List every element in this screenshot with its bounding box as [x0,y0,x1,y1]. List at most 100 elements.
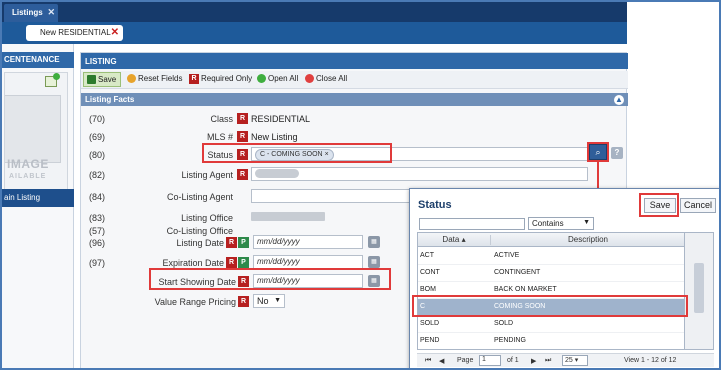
listing-date-input[interactable]: mm/dd/yyyy [253,235,363,249]
add-photo-icon[interactable] [45,73,60,87]
tab-listings[interactable]: Listings ✕ [4,4,58,22]
open-all-button[interactable]: Open All [257,74,299,84]
photo-placeholder-subtext: AILABLE [9,173,47,180]
page-size-value: 25 [565,357,573,364]
reset-fields-button[interactable]: Reset Fields [127,74,183,84]
save-label: Save [98,75,117,84]
field-number: (84) [89,192,106,202]
cell-description: CONTINGENT [494,269,541,276]
table-row[interactable]: ACT ACTIVE [418,248,684,265]
field-label: Co-Listing Agent [166,192,233,202]
grid-header: Data ▴ Description [418,233,684,247]
collapse-icon[interactable]: ▲ [614,95,624,105]
redacted-office [251,212,325,221]
tab-new-residential-label: New RESIDENTIAL [40,28,111,37]
next-page-icon[interactable]: ▶ [531,357,536,365]
required-badge: R [238,296,249,307]
required-only-button[interactable]: R Required Only [189,74,252,84]
field-label: Listing Date [176,238,224,248]
arrow-connector [597,162,599,190]
search-icon[interactable]: ⌕ [589,144,607,160]
sidebar-header: CENTENANCE [2,52,74,68]
highlight-save [639,193,679,217]
field-row-listing-agent: (82) Listing Agent R [81,167,628,183]
field-label: Listing Agent [181,170,233,180]
field-number: (69) [89,132,106,142]
table-row[interactable]: CONT CONTINGENT [418,265,684,282]
help-icon[interactable]: ? [611,147,623,159]
listing-header: LISTING [81,53,628,69]
listing-facts-header[interactable]: Listing Facts ▲ [81,93,628,106]
close-all-label: Close All [316,74,348,83]
cell-data: SOLD [420,320,440,327]
field-number: (82) [89,170,106,180]
field-label: Value Range Pricing [154,297,236,307]
table-row[interactable]: PEND PENDING [418,333,684,349]
sidebar: CENTENANCE IMAGE AILABLE ain Listing [2,44,74,368]
sidebar-item-main-listing[interactable]: ain Listing [2,189,74,207]
page-size-select[interactable]: 25 ▾ [562,355,588,366]
tab-new-residential[interactable]: New RESIDENTIAL ✕ [26,25,123,41]
search-input[interactable] [419,218,525,230]
save-button[interactable]: Save [83,72,121,87]
column-header-data[interactable]: Data ▴ [418,235,491,245]
minus-circle-icon [305,74,314,84]
close-all-button[interactable]: Close All [305,74,348,84]
status-lookup-dialog: Status Save Cancel Contains ▼ Data ▴ Des… [409,188,719,368]
cell-data: ACT [420,252,434,259]
photo-placeholder: IMAGE AILABLE [4,72,68,202]
app-window: Listings ✕ New RESIDENTIAL ✕ CENTENANCE … [0,0,721,370]
required-badge: R [226,257,237,268]
field-label: Expiration Date [162,258,224,268]
column-header-data-label: Data [442,235,460,244]
chevron-down-icon: ▼ [274,297,281,304]
calendar-icon[interactable]: ▦ [368,256,380,268]
cell-description: BACK ON MARKET [494,286,557,293]
class-value: RESIDENTIAL [251,114,311,124]
required-badge: R [237,113,248,124]
match-operator-value: Contains [532,219,564,228]
field-label: MLS # [206,132,233,142]
cell-data: CONT [420,269,440,276]
sub-tab-bar: New RESIDENTIAL ✕ [2,22,627,44]
required-badge: R [237,169,248,180]
match-operator-select[interactable]: Contains ▼ [528,217,594,230]
highlight-status [202,143,392,163]
cell-data: PEND [420,337,440,344]
reset-fields-label: Reset Fields [138,74,183,83]
required-badge: R [226,237,237,248]
field-label: Listing Office [181,213,233,223]
cancel-button[interactable]: Cancel [680,198,716,213]
field-number: (97) [89,258,106,268]
close-icon[interactable]: ✕ [111,27,119,38]
close-icon[interactable]: ✕ [47,7,55,18]
redacted-agent [255,169,299,178]
last-page-icon[interactable]: ⏭ [545,357,551,365]
public-badge: P [238,257,249,268]
expiration-date-input[interactable]: mm/dd/yyyy [253,255,363,269]
cell-description: ACTIVE [494,252,520,259]
dialog-title: Status [418,199,452,211]
calendar-icon[interactable]: ▦ [368,236,380,248]
tab-listings-label: Listings [12,8,43,17]
prev-page-icon[interactable]: ◀ [439,357,444,365]
highlight-start-showing [149,268,391,290]
value-range-pricing-select[interactable]: No ▼ [253,294,285,308]
field-row-class: (70) Class R RESIDENTIAL [81,111,628,127]
column-header-description[interactable]: Description [493,235,683,244]
open-all-label: Open All [268,74,299,83]
scrollbar-thumb[interactable] [694,263,704,313]
required-icon: R [189,74,199,84]
field-label: Class [210,114,233,124]
page-count: of 1 [507,357,519,364]
grid-scrollbar[interactable] [685,232,714,350]
grid-pager: ⏮ ◀ Page 1 of 1 ▶ ⏭ 25 ▾ View 1 - 12 of … [417,353,714,367]
field-number: (70) [89,114,106,124]
image-placeholder-icon [5,95,61,163]
sort-icon: ▴ [461,235,466,244]
listing-agent-input[interactable] [251,167,588,181]
first-page-icon[interactable]: ⏮ [425,357,431,365]
top-tab-bar: Listings ✕ [2,2,627,22]
page-number-input[interactable]: 1 [479,355,501,366]
table-row[interactable]: SOLD SOLD [418,316,684,333]
